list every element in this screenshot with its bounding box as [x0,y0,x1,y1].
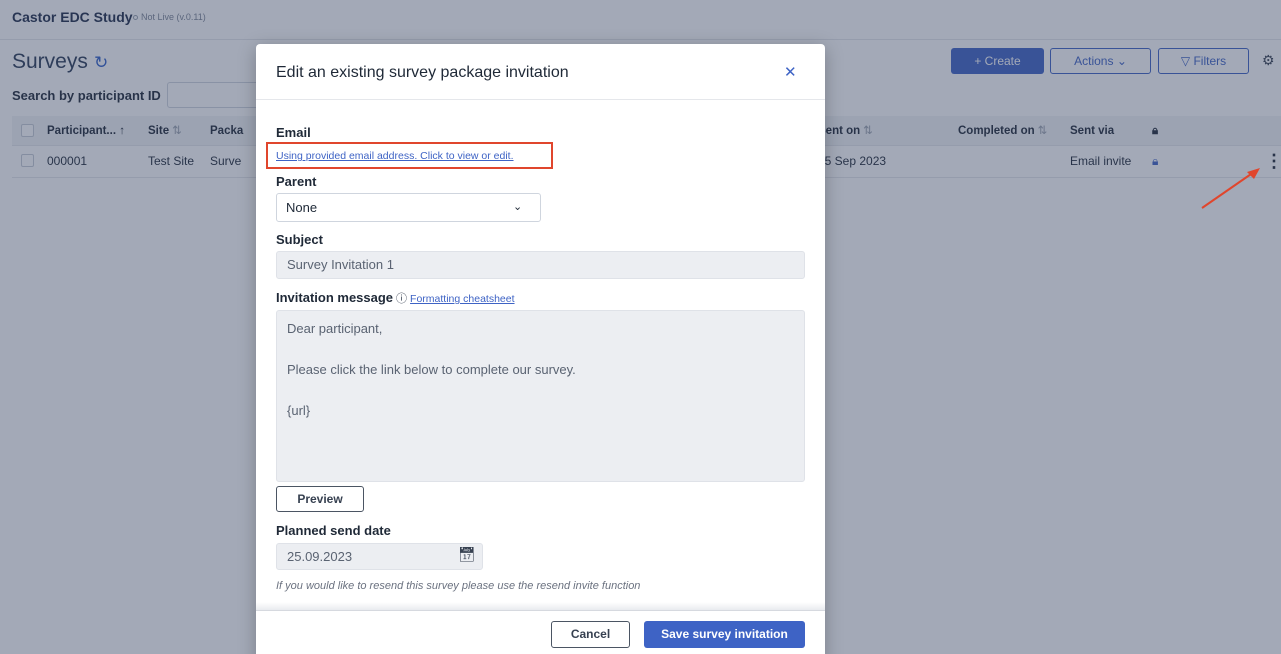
subject-label: Subject [276,232,323,247]
invitation-message-textarea[interactable]: Dear participant, Please click the link … [276,310,805,482]
formatting-cheatsheet-link[interactable]: Formatting cheatsheet [410,293,514,305]
parent-label: Parent [276,174,317,189]
edit-invitation-modal: Edit an existing survey package invitati… [256,44,825,654]
cancel-button[interactable]: Cancel [551,621,630,648]
subject-field[interactable]: Survey Invitation 1 [276,251,805,279]
planned-send-date-field[interactable]: 25.09.2023 [276,543,483,570]
invitation-message-label: Invitation message [276,290,394,305]
calendar-icon[interactable]: 📅︎ [458,546,476,563]
annotation-arrow-icon [1201,168,1260,209]
modal-title: Edit an existing survey package invitati… [276,64,569,81]
parent-select[interactable]: None [276,193,541,222]
modal-footer: Cancel Save survey invitation [256,610,825,654]
message-line: Please click the link below to complete … [287,362,576,377]
message-line [287,340,794,361]
email-label: Email [276,125,311,140]
preview-button[interactable]: Preview [276,486,364,512]
scroll-fade [256,602,825,610]
close-icon[interactable]: ✕ [784,63,797,81]
message-line: Dear participant, [287,321,383,336]
modal-header: Edit an existing survey package invitati… [256,44,825,100]
chevron-down-icon: ⌄ [513,201,523,213]
info-icon[interactable]: ⓘ [396,293,407,305]
invitation-message-heading: Invitation message ⓘ Formatting cheatsheet [276,290,515,306]
message-line [287,381,794,402]
planned-send-date-label: Planned send date [276,523,391,538]
resend-hint: If you would like to resend this survey … [276,580,641,592]
save-survey-invitation-button[interactable]: Save survey invitation [644,621,805,648]
annotation-highlight-box [266,142,553,169]
message-line: {url} [287,403,311,418]
